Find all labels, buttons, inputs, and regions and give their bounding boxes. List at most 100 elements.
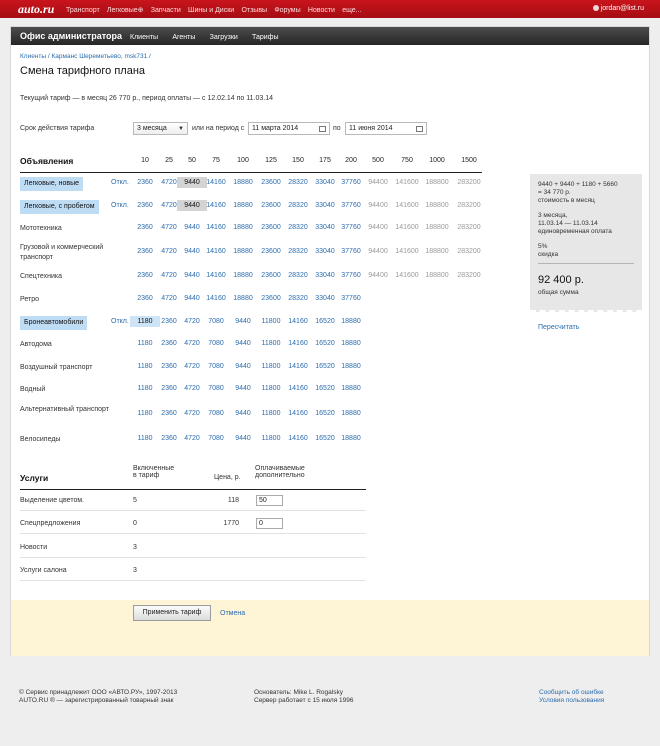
- price-cell[interactable]: 188800: [422, 202, 452, 209]
- price-cell[interactable]: 188800: [422, 224, 452, 231]
- logo[interactable]: auto.ru: [18, 2, 54, 17]
- price-cell[interactable]: 7080: [201, 385, 231, 392]
- price-cell[interactable]: 94400: [363, 272, 393, 279]
- price-cell[interactable]: 18880: [336, 435, 366, 442]
- price-cell[interactable]: 188800: [422, 179, 452, 186]
- price-cell[interactable]: 141600: [392, 202, 422, 209]
- nav-parts[interactable]: Запчасти: [151, 7, 181, 14]
- price-cell[interactable]: 18880: [228, 248, 258, 255]
- price-cell[interactable]: 28320: [283, 179, 313, 186]
- price-cell[interactable]: 94400: [363, 224, 393, 231]
- price-cell[interactable]: 94400: [363, 179, 393, 186]
- price-cell[interactable]: 18880: [228, 179, 258, 186]
- price-cell[interactable]: 14160: [283, 363, 313, 370]
- price-cell[interactable]: 23600: [256, 272, 286, 279]
- price-cell[interactable]: 7080: [201, 318, 231, 325]
- price-cell[interactable]: 94400: [363, 248, 393, 255]
- price-cell[interactable]: 18880: [336, 318, 366, 325]
- price-cell[interactable]: 14160: [201, 224, 231, 231]
- price-cell[interactable]: 23600: [256, 295, 286, 302]
- price-cell[interactable]: 188800: [422, 272, 452, 279]
- price-cell[interactable]: 14160: [283, 385, 313, 392]
- price-cell[interactable]: 283200: [454, 248, 484, 255]
- price-cell[interactable]: 283200: [454, 179, 484, 186]
- price-cell[interactable]: 18880: [228, 224, 258, 231]
- apply-tariff-button[interactable]: Применить тариф: [133, 605, 211, 621]
- disable-link[interactable]: Откл.: [111, 202, 129, 209]
- nav-transport[interactable]: Транспорт: [66, 7, 100, 14]
- tab-uploads[interactable]: Загрузки: [210, 34, 238, 41]
- price-cell[interactable]: 14160: [201, 295, 231, 302]
- price-cell[interactable]: 11800: [256, 385, 286, 392]
- price-cell[interactable]: 141600: [392, 272, 422, 279]
- disable-link[interactable]: Откл.: [111, 318, 129, 325]
- price-cell[interactable]: 9440: [228, 363, 258, 370]
- nav-more[interactable]: еще...: [342, 7, 361, 14]
- price-cell[interactable]: 141600: [392, 179, 422, 186]
- nav-reviews[interactable]: Отзывы: [241, 7, 267, 14]
- price-cell[interactable]: 14160: [283, 435, 313, 442]
- recalculate-link[interactable]: Пересчитать: [538, 324, 579, 331]
- price-cell[interactable]: 283200: [454, 224, 484, 231]
- service-paid-input[interactable]: [256, 518, 283, 529]
- price-cell[interactable]: 18880: [228, 272, 258, 279]
- price-cell[interactable]: 7080: [201, 410, 231, 417]
- price-cell[interactable]: 11800: [256, 340, 286, 347]
- price-cell[interactable]: 23600: [256, 202, 286, 209]
- price-cell[interactable]: 9440: [228, 340, 258, 347]
- breadcrumb[interactable]: Клиенты / Карманс Шереметьево, msk731 /: [20, 53, 151, 60]
- price-cell[interactable]: 9440: [228, 318, 258, 325]
- price-cell[interactable]: 28320: [283, 224, 313, 231]
- nav-news[interactable]: Новости: [308, 7, 335, 14]
- user-account[interactable]: jordan@list.ru: [592, 5, 644, 12]
- price-cell[interactable]: 37760: [336, 248, 366, 255]
- price-cell[interactable]: 37760: [336, 224, 366, 231]
- price-cell[interactable]: 14160: [201, 272, 231, 279]
- price-cell[interactable]: 14160: [283, 410, 313, 417]
- price-cell[interactable]: 141600: [392, 248, 422, 255]
- price-cell[interactable]: 37760: [336, 272, 366, 279]
- nav-forums[interactable]: Форумы: [274, 7, 300, 14]
- price-cell[interactable]: 28320: [283, 295, 313, 302]
- price-cell[interactable]: 23600: [256, 224, 286, 231]
- tab-tariffs[interactable]: Тарифы: [252, 34, 278, 41]
- price-cell[interactable]: 14160: [283, 340, 313, 347]
- price-cell[interactable]: 37760: [336, 202, 366, 209]
- price-cell[interactable]: 11800: [256, 435, 286, 442]
- date-from-field[interactable]: 11 марта 2014: [248, 122, 330, 135]
- cancel-link[interactable]: Отмена: [220, 610, 245, 617]
- price-cell[interactable]: 7080: [201, 340, 231, 347]
- service-paid-input[interactable]: [256, 495, 283, 506]
- price-cell[interactable]: 9440: [228, 410, 258, 417]
- price-cell[interactable]: 14160: [201, 202, 231, 209]
- price-cell[interactable]: 28320: [283, 202, 313, 209]
- price-cell[interactable]: 23600: [256, 248, 286, 255]
- price-cell[interactable]: 14160: [283, 318, 313, 325]
- report-error-link[interactable]: Сообщить об ошибке: [539, 689, 604, 696]
- price-cell[interactable]: 188800: [422, 248, 452, 255]
- disable-link[interactable]: Откл.: [111, 179, 129, 186]
- price-cell[interactable]: 11800: [256, 318, 286, 325]
- price-cell[interactable]: 18880: [228, 202, 258, 209]
- breadcrumb-link[interactable]: Клиенты / Карманс Шереметьево, msk731 /: [20, 53, 151, 60]
- price-cell[interactable]: 141600: [392, 224, 422, 231]
- price-cell[interactable]: 18880: [228, 295, 258, 302]
- price-cell[interactable]: 37760: [336, 295, 366, 302]
- tab-clients[interactable]: Клиенты: [130, 34, 158, 41]
- price-cell[interactable]: 28320: [283, 272, 313, 279]
- terms-link[interactable]: Условия пользования: [539, 697, 604, 704]
- date-to-field[interactable]: 11 июня 2014: [345, 122, 427, 135]
- price-cell[interactable]: 11800: [256, 363, 286, 370]
- price-cell[interactable]: 18880: [336, 385, 366, 392]
- price-cell[interactable]: 11800: [256, 410, 286, 417]
- price-cell[interactable]: 18880: [336, 363, 366, 370]
- price-cell[interactable]: 94400: [363, 202, 393, 209]
- price-cell[interactable]: 14160: [201, 179, 231, 186]
- price-cell[interactable]: 9440: [228, 435, 258, 442]
- nav-tires[interactable]: Шины и Диски: [188, 7, 234, 14]
- price-cell[interactable]: 18880: [336, 340, 366, 347]
- calendar-icon[interactable]: [416, 126, 423, 132]
- period-select[interactable]: 3 месяца ▼: [133, 122, 188, 135]
- price-cell[interactable]: 9440: [228, 385, 258, 392]
- price-cell[interactable]: 7080: [201, 435, 231, 442]
